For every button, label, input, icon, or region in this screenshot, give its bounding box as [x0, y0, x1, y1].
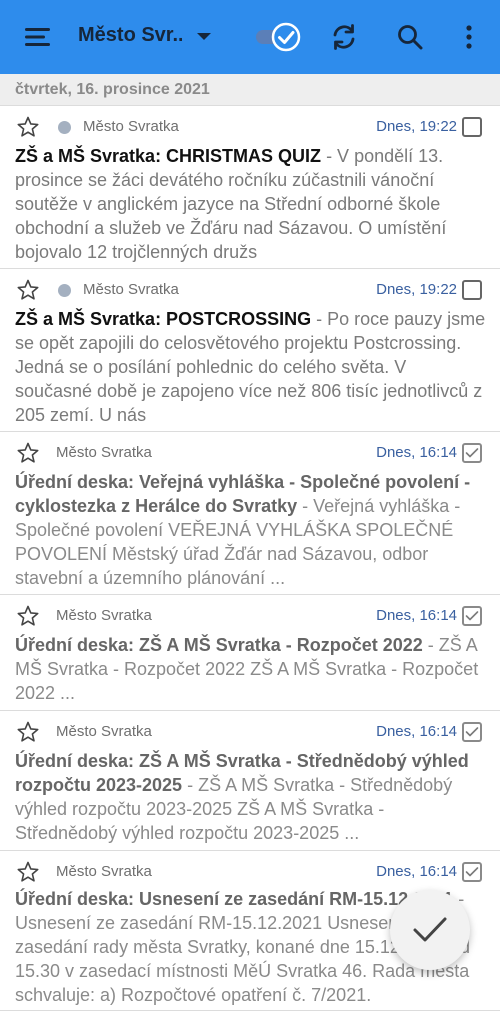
list-item[interactable]: Město Svratka Dnes, 19:22 ZŠ a MŠ Svratk…	[0, 269, 500, 432]
item-title: Úřední deska: Usnesení ze zasedání RM-15…	[15, 889, 454, 909]
item-text: Úřední deska: ZŠ A MŠ Svratka - Středněd…	[15, 749, 486, 845]
overflow-menu-button[interactable]	[449, 17, 489, 57]
search-button[interactable]	[390, 17, 430, 57]
item-source: Město Svratka	[56, 863, 152, 880]
menu-button[interactable]	[18, 17, 58, 57]
check-icon	[465, 448, 479, 458]
star-button[interactable]	[16, 860, 40, 889]
item-checkbox[interactable]	[462, 862, 482, 882]
item-time: Dnes, 16:14	[376, 863, 457, 880]
list-item[interactable]: Město Svratka Dnes, 16:14 Úřední deska: …	[0, 595, 500, 711]
star-button[interactable]	[16, 441, 40, 470]
more-vert-icon	[466, 25, 472, 49]
check-icon	[465, 727, 479, 737]
item-checkbox[interactable]	[462, 606, 482, 626]
star-outline-icon	[17, 721, 39, 742]
feed-title[interactable]: Město Svr...	[78, 24, 182, 47]
item-time: Dnes, 16:14	[376, 444, 457, 461]
item-time: Dnes, 19:22	[376, 118, 457, 135]
dropdown-arrow-icon	[197, 33, 211, 40]
star-outline-icon	[17, 442, 39, 463]
star-outline-icon	[17, 279, 39, 300]
item-text: ZŠ a MŠ Svratka: CHRISTMAS QUIZ - V pond…	[15, 144, 486, 264]
list-item[interactable]: Město Svratka Dnes, 16:14 Úřední deska: …	[0, 711, 500, 851]
item-checkbox[interactable]	[462, 280, 482, 300]
star-button[interactable]	[16, 278, 40, 307]
item-time: Dnes, 16:14	[376, 607, 457, 624]
item-title: ZŠ a MŠ Svratka: CHRISTMAS QUIZ	[15, 146, 322, 166]
item-text: Úřední deska: ZŠ A MŠ Svratka - Rozpočet…	[15, 633, 486, 705]
item-time: Dnes, 19:22	[376, 281, 457, 298]
item-source: Město Svratka	[83, 118, 179, 135]
date-header: čtvrtek, 16. prosince 2021	[0, 74, 500, 106]
list-item[interactable]: Město Svratka Dnes, 16:14 Úřední deska: …	[0, 432, 500, 595]
check-icon	[465, 611, 479, 621]
item-title: ZŠ a MŠ Svratka: POSTCROSSING	[15, 309, 312, 329]
item-source: Město Svratka	[56, 444, 152, 461]
star-outline-icon	[17, 861, 39, 882]
item-source: Město Svratka	[83, 281, 179, 298]
item-checkbox[interactable]	[462, 117, 482, 137]
checkmark-icon	[413, 917, 447, 942]
list-item[interactable]: Město Svratka Dnes, 19:22 ZŠ a MŠ Svratk…	[0, 106, 500, 269]
mark-all-read-fab[interactable]	[390, 890, 470, 970]
article-list: Město Svratka Dnes, 19:22 ZŠ a MŠ Svratk…	[0, 106, 500, 1011]
item-checkbox[interactable]	[462, 722, 482, 742]
read-toggle[interactable]	[252, 17, 304, 57]
item-checkbox[interactable]	[462, 443, 482, 463]
feed-dropdown-button[interactable]	[184, 17, 224, 57]
star-button[interactable]	[16, 115, 40, 144]
item-text: Úřední deska: Veřejná vyhláška - Společn…	[15, 470, 486, 590]
toggle-check-icon	[256, 22, 301, 52]
item-title: Úřední deska: ZŠ A MŠ Svratka - Rozpočet…	[15, 635, 423, 655]
item-source: Město Svratka	[56, 607, 152, 624]
star-button[interactable]	[16, 720, 40, 749]
unread-dot	[58, 284, 71, 297]
app-bar: Město Svr...	[0, 0, 500, 74]
item-text: ZŠ a MŠ Svratka: POSTCROSSING - Po roce …	[15, 307, 486, 427]
refresh-button[interactable]	[324, 17, 364, 57]
unread-dot	[58, 121, 71, 134]
star-button[interactable]	[16, 604, 40, 633]
item-time: Dnes, 16:14	[376, 723, 457, 740]
search-icon	[398, 25, 423, 50]
star-outline-icon	[17, 605, 39, 626]
star-outline-icon	[17, 116, 39, 137]
check-icon	[465, 867, 479, 877]
menu-icon	[25, 28, 50, 46]
item-source: Město Svratka	[56, 723, 152, 740]
refresh-icon	[333, 24, 355, 50]
